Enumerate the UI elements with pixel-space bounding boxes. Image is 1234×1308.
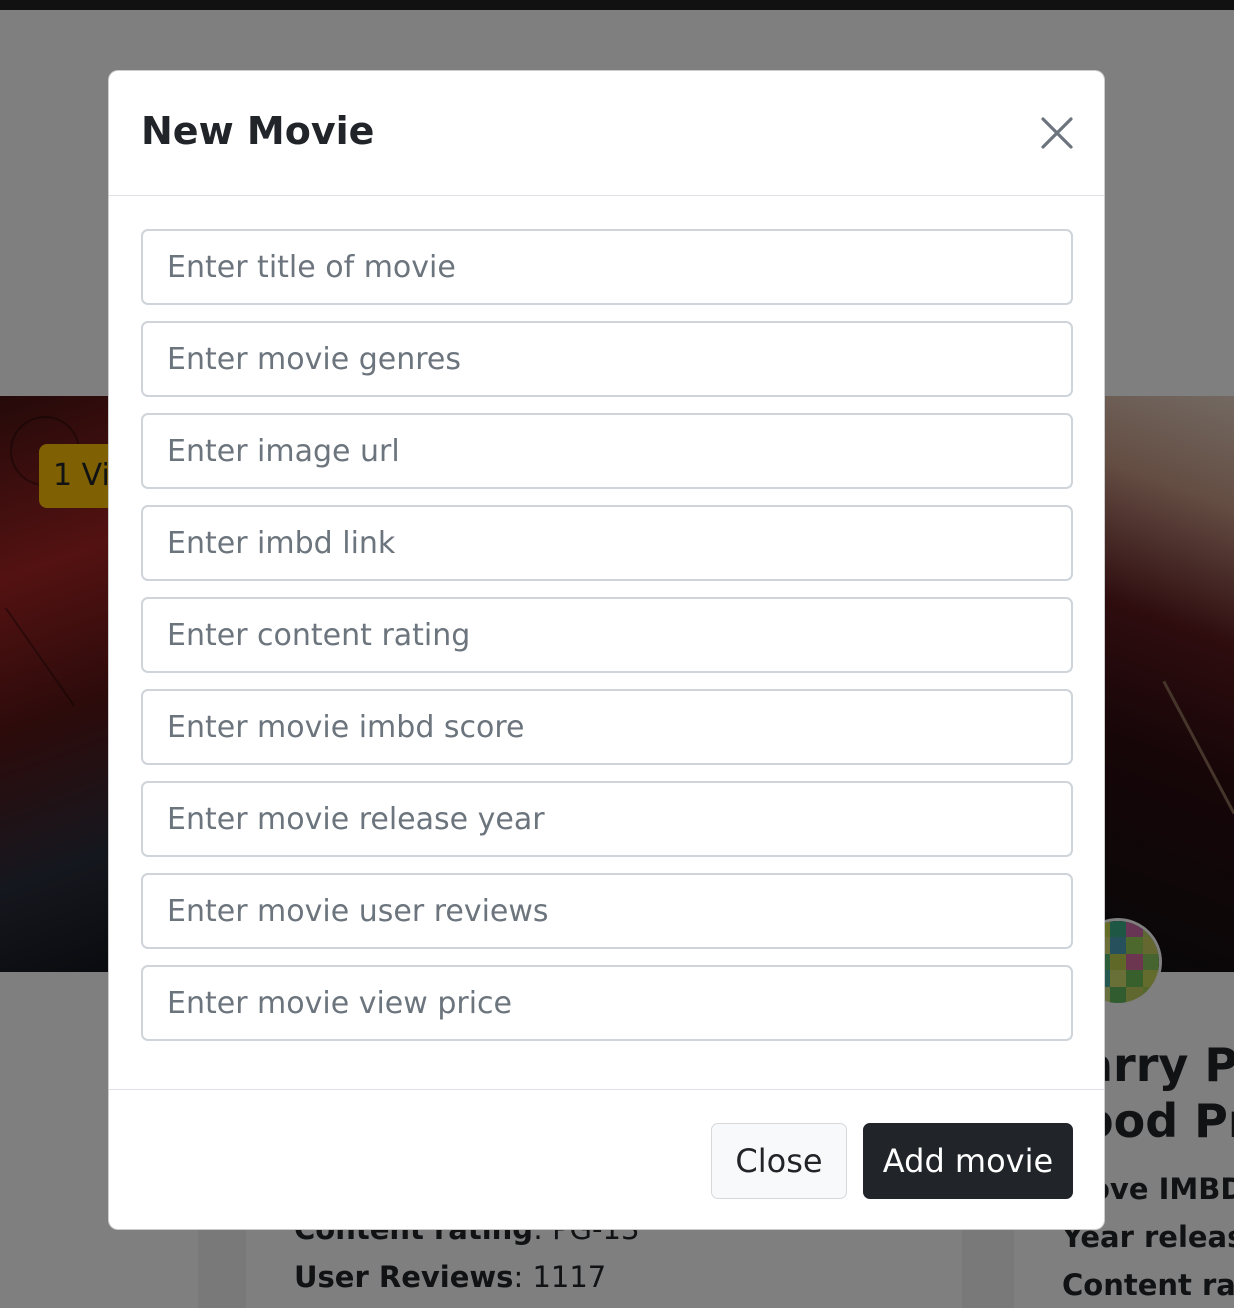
new-movie-modal: New Movie Close Add movie: [108, 70, 1105, 1230]
modal-body: [141, 229, 1073, 1057]
content-rating-input[interactable]: [141, 597, 1073, 673]
imdb-score-input[interactable]: [141, 689, 1073, 765]
modal-header: New Movie: [109, 71, 1104, 196]
release-year-input[interactable]: [141, 781, 1073, 857]
top-bar: [0, 0, 1234, 10]
genres-input[interactable]: [141, 321, 1073, 397]
close-button[interactable]: Close: [711, 1123, 847, 1199]
modal-footer: Close Add movie: [109, 1089, 1104, 1229]
title-input[interactable]: [141, 229, 1073, 305]
close-icon[interactable]: [1037, 113, 1077, 153]
image-url-input[interactable]: [141, 413, 1073, 489]
add-movie-button[interactable]: Add movie: [863, 1123, 1073, 1199]
imdb-link-input[interactable]: [141, 505, 1073, 581]
user-reviews-input[interactable]: [141, 873, 1073, 949]
view-price-input[interactable]: [141, 965, 1073, 1041]
modal-title: New Movie: [141, 109, 375, 153]
